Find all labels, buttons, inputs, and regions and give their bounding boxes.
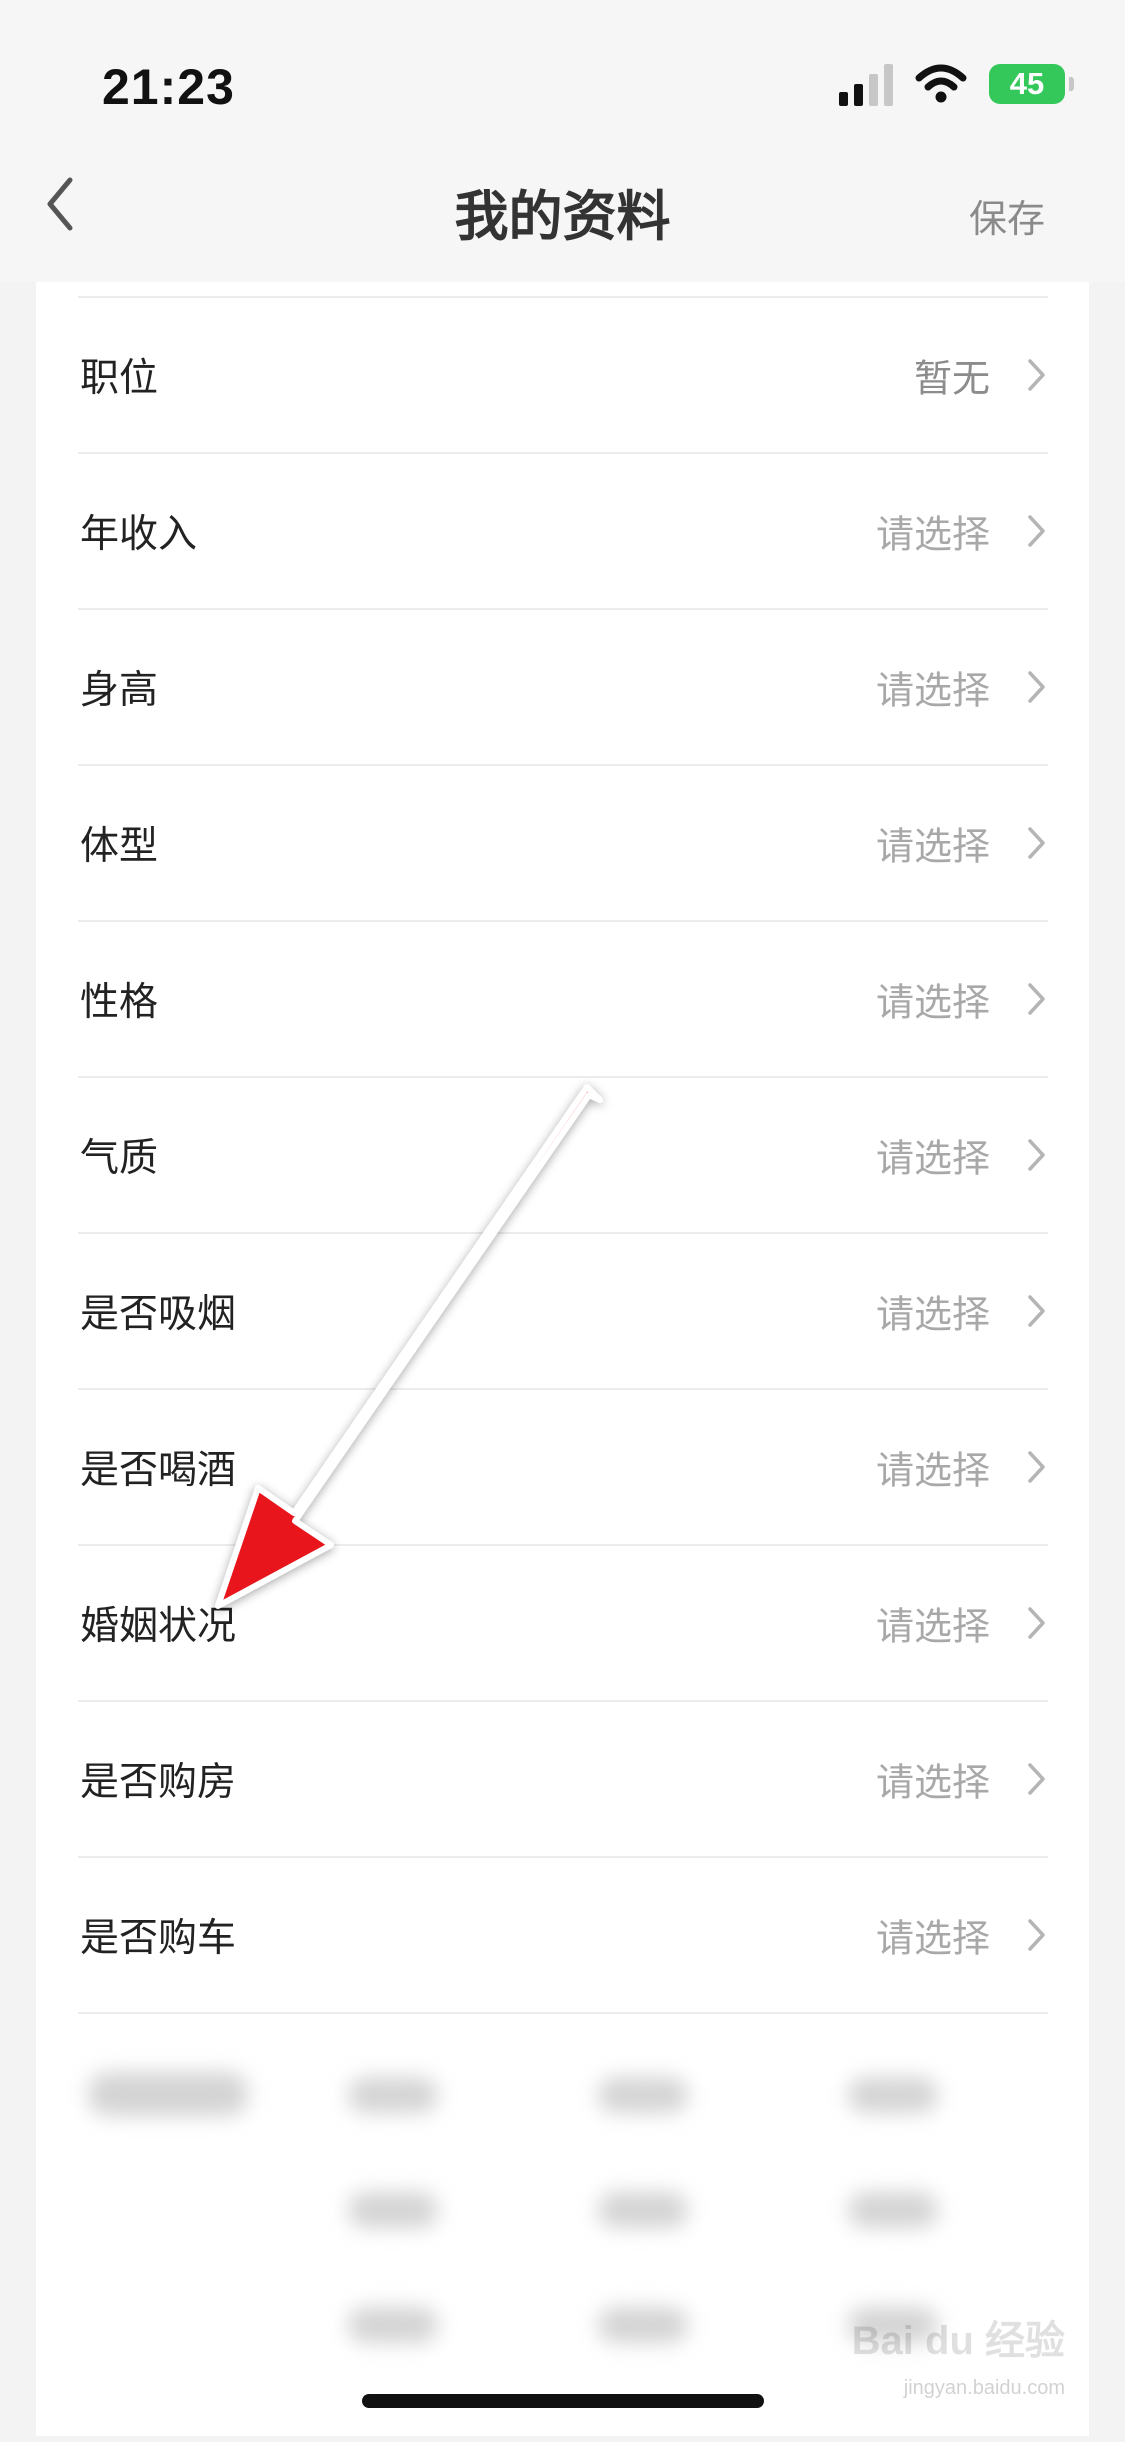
battery-level: 45 <box>1009 66 1045 101</box>
chevron-right-icon <box>1028 1295 1045 1327</box>
profile-field-list: 职位 暂无 年收入 请选择 身高 请选择 体型 请选择 性格 请选择 气质 请选择 是否吸烟 请选择 是否喝… <box>78 296 1048 2014</box>
profile-row-label: 是否吸烟 <box>80 1292 237 1337</box>
profile-row-value: 请选择 <box>875 1292 990 1337</box>
chevron-right-icon <box>1028 983 1045 1015</box>
profile-row[interactable]: 性格 请选择 <box>78 922 1048 1078</box>
status-time: 21:23 <box>102 59 235 115</box>
chevron-right-icon <box>1028 1607 1045 1639</box>
profile-row-label: 性格 <box>80 980 159 1025</box>
profile-row[interactable]: 年收入 请选择 <box>78 454 1048 610</box>
profile-row-value: 请选择 <box>875 824 990 869</box>
profile-row-label: 气质 <box>80 1136 159 1181</box>
profile-row-label: 婚姻状况 <box>80 1604 237 1649</box>
profile-row-label: 是否喝酒 <box>80 1448 237 1493</box>
chevron-right-icon <box>1028 827 1045 859</box>
wifi-icon <box>915 64 967 103</box>
chevron-right-icon <box>1028 1763 1045 1795</box>
profile-row[interactable]: 职位 暂无 <box>78 298 1048 454</box>
profile-row-value: 请选择 <box>875 1604 990 1649</box>
profile-row-value: 请选择 <box>875 1136 990 1181</box>
profile-row[interactable]: 是否购房 请选择 <box>78 1702 1048 1858</box>
watermark-logo: Bai du 经验 <box>851 2319 1065 2363</box>
save-button[interactable]: 保存 <box>969 188 1045 243</box>
chevron-right-icon <box>1028 515 1045 547</box>
profile-row-value: 请选择 <box>875 1448 990 1493</box>
cellular-signal-icon <box>839 62 893 106</box>
profile-row-value: 请选择 <box>875 512 990 557</box>
profile-row-value: 请选择 <box>875 1760 990 1805</box>
profile-row-value: 请选择 <box>875 1916 990 1961</box>
profile-row-label: 年收入 <box>80 512 198 557</box>
profile-row[interactable]: 气质 请选择 <box>78 1078 1048 1234</box>
page-title: 我的资料 <box>454 185 671 248</box>
profile-row[interactable]: 是否购车 请选择 <box>78 1858 1048 2014</box>
profile-row-label: 体型 <box>80 824 159 869</box>
chevron-right-icon <box>1028 359 1045 391</box>
profile-row-value: 请选择 <box>875 980 990 1025</box>
profile-row-value: 请选择 <box>875 668 990 713</box>
profile-row-label: 身高 <box>80 668 159 713</box>
chevron-right-icon <box>1028 1919 1045 1951</box>
profile-card: 职位 暂无 年收入 请选择 身高 请选择 体型 请选择 性格 请选择 气质 请选择 是否吸烟 请选择 是否喝… <box>36 282 1089 2436</box>
chevron-right-icon <box>1028 1451 1045 1483</box>
watermark-url: jingyan.baidu.com <box>903 2377 1065 2399</box>
chevron-right-icon <box>1028 1139 1045 1171</box>
navigation-bar: 我的资料 保存 <box>0 150 1125 282</box>
chevron-right-icon <box>1028 671 1045 703</box>
profile-row-label: 是否购车 <box>80 1916 237 1961</box>
status-bar: 21:23 45 <box>0 0 1125 150</box>
profile-row[interactable]: 婚姻状况 请选择 <box>78 1546 1048 1702</box>
profile-row-value: 暂无 <box>913 356 990 401</box>
profile-row-label: 是否购房 <box>80 1760 237 1805</box>
profile-row[interactable]: 是否喝酒 请选择 <box>78 1390 1048 1546</box>
status-icons: 45 <box>839 62 1074 106</box>
profile-row[interactable]: 体型 请选择 <box>78 766 1048 922</box>
battery-icon: 45 <box>989 64 1074 104</box>
profile-row[interactable]: 是否吸烟 请选择 <box>78 1234 1048 1390</box>
profile-row[interactable]: 身高 请选择 <box>78 610 1048 766</box>
profile-row-label: 职位 <box>80 356 159 401</box>
home-indicator <box>362 2394 764 2408</box>
